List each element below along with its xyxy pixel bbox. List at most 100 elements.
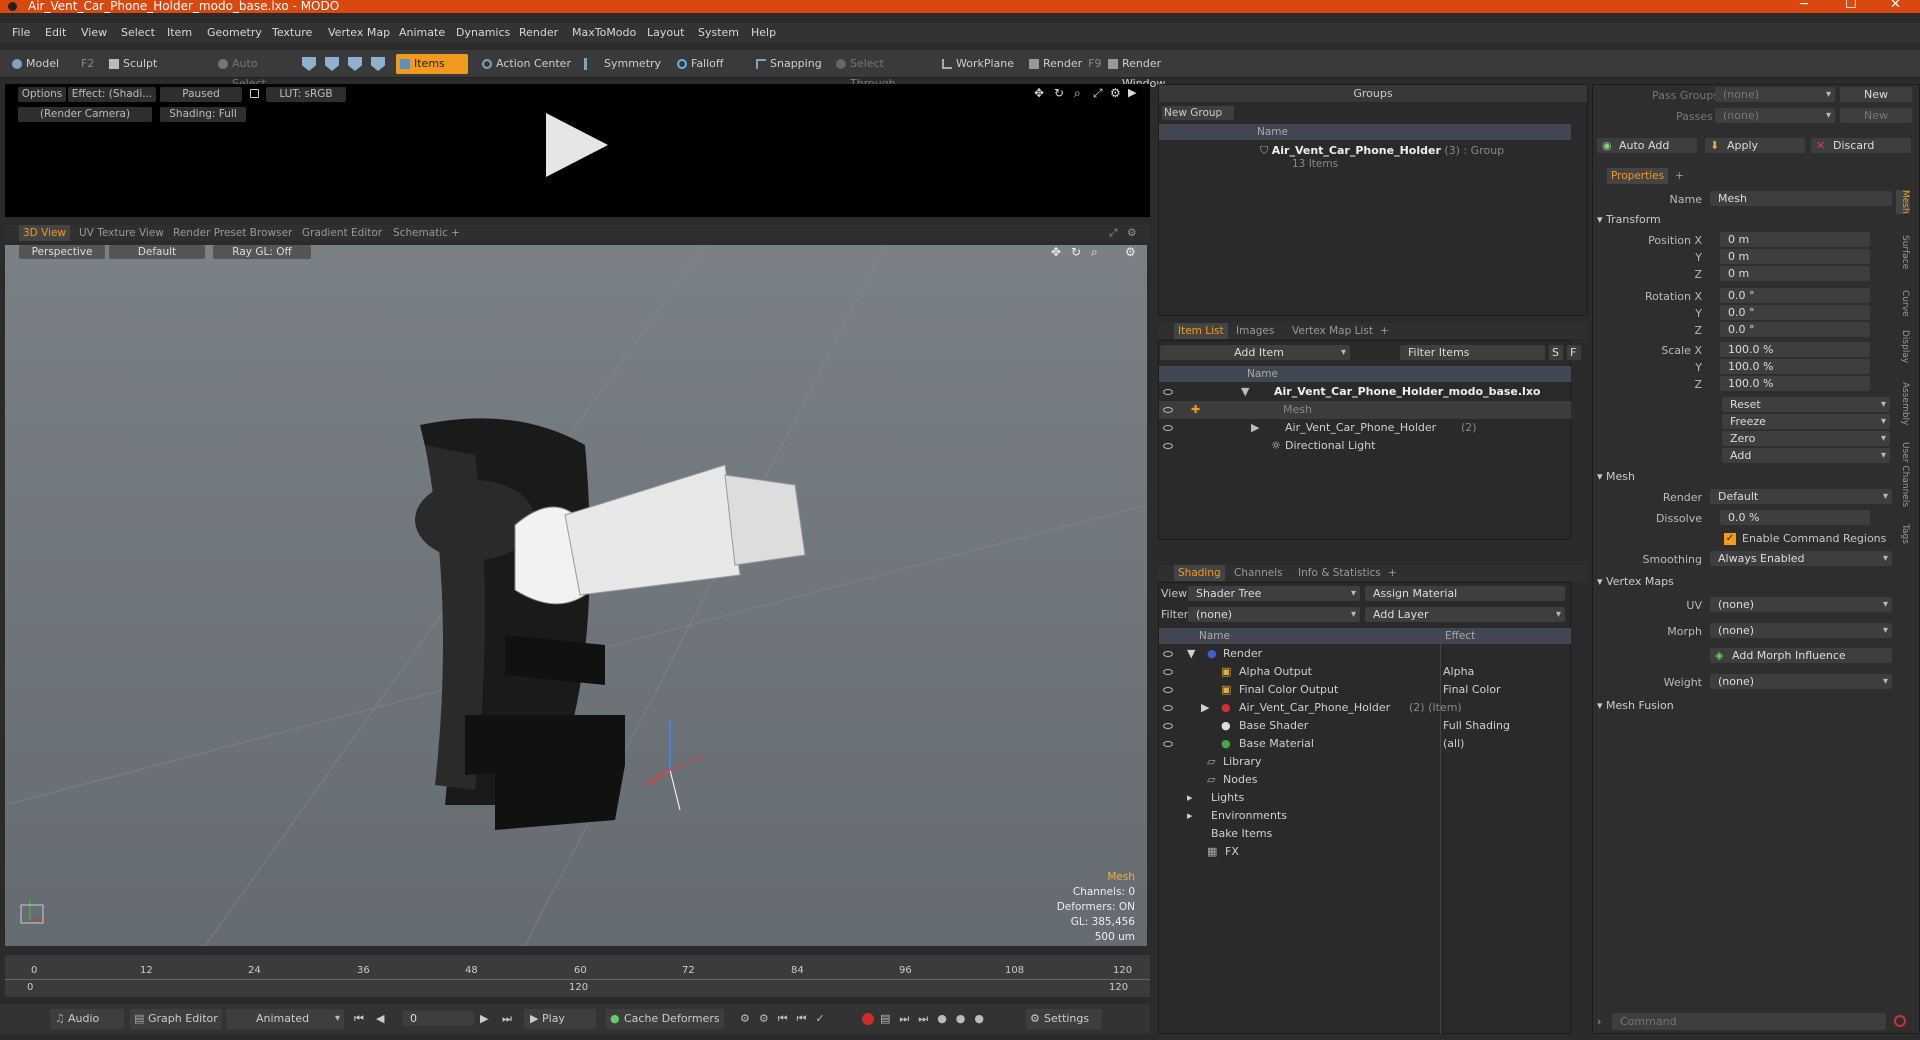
pin-icon[interactable]: ✚ <box>1191 401 1200 419</box>
visibility-eye-icon[interactable] <box>1163 741 1173 747</box>
menu-select[interactable]: Select <box>121 26 155 39</box>
preview-options-button[interactable]: Options <box>18 87 66 102</box>
add-dropdown[interactable]: Add <box>1722 448 1890 463</box>
sculpt-mode-button[interactable]: Sculpt <box>105 54 195 74</box>
render-window-button[interactable]: Render Window <box>1104 54 1204 90</box>
shader-row-environments[interactable]: ▸ Environments <box>1159 807 1571 825</box>
view-expand-icon[interactable]: ⤢ <box>1105 225 1121 241</box>
tab-info-statistics[interactable]: Info & Statistics <box>1294 565 1385 581</box>
expand-arrow-icon[interactable]: ▸ <box>1187 807 1193 825</box>
menu-dynamics[interactable]: Dynamics <box>456 26 510 39</box>
shader-tree-dropdown[interactable]: Shader Tree <box>1188 586 1360 601</box>
discard-button[interactable]: ✕ Discard <box>1811 138 1911 153</box>
preview-arrow-icon[interactable]: ▶ <box>1128 86 1136 99</box>
reset-dropdown[interactable]: Reset <box>1722 397 1890 412</box>
preview-expand-icon[interactable]: ⤢ <box>1093 86 1103 101</box>
freeze-dropdown[interactable]: Freeze <box>1722 414 1890 429</box>
shader-row-render[interactable]: ▼ ● Render <box>1159 645 1571 663</box>
filter-s-button[interactable]: S <box>1549 345 1563 360</box>
itemlist-row-light[interactable]: ☼ Directional Light <box>1159 437 1571 455</box>
action-center-button[interactable]: Action Center <box>478 54 574 74</box>
expand-arrow-icon[interactable]: ▼ <box>1187 645 1195 663</box>
tab-render-preset-browser[interactable]: Render Preset Browser <box>169 225 296 241</box>
menu-animate[interactable]: Animate <box>399 26 445 39</box>
side-tab-assembly[interactable]: Assembly <box>1896 382 1910 425</box>
skip-start-icon[interactable]: ⏮ <box>354 1012 364 1026</box>
select-through-button[interactable]: Select Through <box>832 54 927 90</box>
itemlist-row-group[interactable]: ▶ Air_Vent_Car_Phone_Holder (2) <box>1159 419 1571 437</box>
pass-groups-new-button[interactable]: New <box>1840 87 1912 102</box>
key-tools-icons[interactable]: ⚙⚙⏮⏮✓ <box>740 1012 834 1026</box>
apply-button[interactable]: ⬇ Apply <box>1705 138 1805 153</box>
menu-help[interactable]: Help <box>751 26 776 39</box>
minimize-icon[interactable]: ─ <box>1800 0 1808 11</box>
rotation-y-field[interactable]: 0.0 ° <box>1720 305 1870 320</box>
tab-item-list[interactable]: Item List <box>1174 323 1228 339</box>
vertex-maps-section[interactable]: ▾ Vertex Maps <box>1597 575 1674 588</box>
menu-vertex-map[interactable]: Vertex Map <box>328 26 390 39</box>
shading-dropdown[interactable]: Shading: Full <box>160 107 246 122</box>
model-mode-button[interactable]: Model F2 <box>8 54 98 74</box>
command-expand-icon[interactable]: › <box>1597 1015 1601 1028</box>
visibility-eye-icon[interactable] <box>1163 443 1173 449</box>
side-tab-tags[interactable]: Tags <box>1896 524 1910 544</box>
uv-dropdown[interactable]: (none) <box>1710 597 1892 612</box>
animated-dropdown[interactable]: Animated <box>226 1009 344 1029</box>
side-tab-curve[interactable]: Curve <box>1896 290 1910 317</box>
preview-effect-dropdown[interactable]: Effect: (Shadi... <box>68 87 156 102</box>
shader-row-alpha[interactable]: ▣ Alpha Output Alpha <box>1159 663 1571 681</box>
shading-add-tab[interactable]: + <box>1384 565 1401 581</box>
preview-rotate-icon[interactable]: ↻ <box>1054 86 1064 100</box>
scale-x-field[interactable]: 100.0 % <box>1720 342 1870 357</box>
shader-row-fx[interactable]: ▦ FX <box>1159 843 1571 861</box>
menu-item[interactable]: Item <box>167 26 192 39</box>
tab-gradient-editor[interactable]: Gradient Editor <box>298 225 386 241</box>
group-row[interactable]: ⛉ Air_Vent_Car_Phone_Holder (3) : Group … <box>1260 142 1570 172</box>
visibility-eye-icon[interactable] <box>1163 425 1173 431</box>
pass-groups-dropdown[interactable]: (none) <box>1715 87 1835 102</box>
shader-row-base-material[interactable]: ● Base Material (all) <box>1159 735 1571 753</box>
shader-row-bake-items[interactable]: Bake Items <box>1159 825 1571 843</box>
lut-dropdown[interactable]: LUT: sRGB <box>266 87 346 102</box>
passes-dropdown[interactable]: (none) <box>1715 108 1835 123</box>
render-button[interactable]: Render F9 <box>1025 54 1102 74</box>
3d-viewport[interactable]: Perspective Default Ray GL: Off ✥ ↻ ⌕ ⚙ … <box>5 245 1147 946</box>
menu-geometry[interactable]: Geometry <box>207 26 262 39</box>
menu-edit[interactable]: Edit <box>45 26 66 39</box>
expand-arrow-icon[interactable]: ▶ <box>1201 699 1209 717</box>
menu-texture[interactable]: Texture <box>272 26 312 39</box>
tab-3d-view[interactable]: 3D View <box>19 225 71 241</box>
tab-images[interactable]: Images <box>1232 323 1278 339</box>
maximize-icon[interactable]: ☐ <box>1845 0 1857 11</box>
new-group-button[interactable]: New Group <box>1162 106 1234 120</box>
add-morph-influence-button[interactable]: ◈ Add Morph Influence <box>1710 648 1892 663</box>
play-button[interactable]: ▶ Play <box>524 1009 596 1029</box>
shader-row-group[interactable]: ▶ ● Air_Vent_Car_Phone_Holder (2) (Item) <box>1159 699 1571 717</box>
weight-dropdown[interactable]: (none) <box>1710 674 1892 689</box>
key-nav-icons[interactable]: ▤⏭⏭●●● <box>880 1012 993 1026</box>
cache-deformers-button[interactable]: ● Cache Deformers <box>606 1009 724 1029</box>
preview-move-icon[interactable]: ✥ <box>1034 86 1044 100</box>
view-gear-icon[interactable]: ⚙ <box>1123 225 1140 241</box>
preview-paused-button[interactable]: Paused <box>160 87 242 102</box>
render-dropdown[interactable]: Default <box>1710 489 1892 504</box>
tab-channels[interactable]: Channels <box>1230 565 1287 581</box>
passes-new-button[interactable]: New <box>1840 108 1912 123</box>
items-mode-button[interactable]: Items <box>396 54 468 74</box>
shading-filter-dropdown[interactable]: (none) <box>1188 607 1360 622</box>
visibility-eye-icon[interactable] <box>1163 651 1173 657</box>
tab-schematic[interactable]: Schematic <box>389 225 452 241</box>
workplane-button[interactable]: WorkPlane <box>938 54 1014 74</box>
graph-editor-button[interactable]: ▤ Graph Editor <box>130 1009 222 1029</box>
filter-items-input[interactable]: Filter Items <box>1400 345 1545 360</box>
itemlist-add-tab[interactable]: + <box>1376 323 1393 339</box>
close-icon[interactable]: ✕ <box>1890 0 1901 11</box>
symmetry-button[interactable]: Symmetry <box>580 54 661 74</box>
shader-row-base-shader[interactable]: ● Base Shader Full Shading <box>1159 717 1571 735</box>
name-input[interactable]: Mesh <box>1710 191 1892 206</box>
tab-uv-texture-view[interactable]: UV Texture View <box>75 225 168 241</box>
visibility-eye-icon[interactable] <box>1163 407 1173 413</box>
filter-f-button[interactable]: F <box>1567 345 1581 360</box>
itemlist-row-scene[interactable]: ▼ Air_Vent_Car_Phone_Holder_modo_base.lx… <box>1159 383 1571 401</box>
menu-file[interactable]: File <box>12 26 30 39</box>
